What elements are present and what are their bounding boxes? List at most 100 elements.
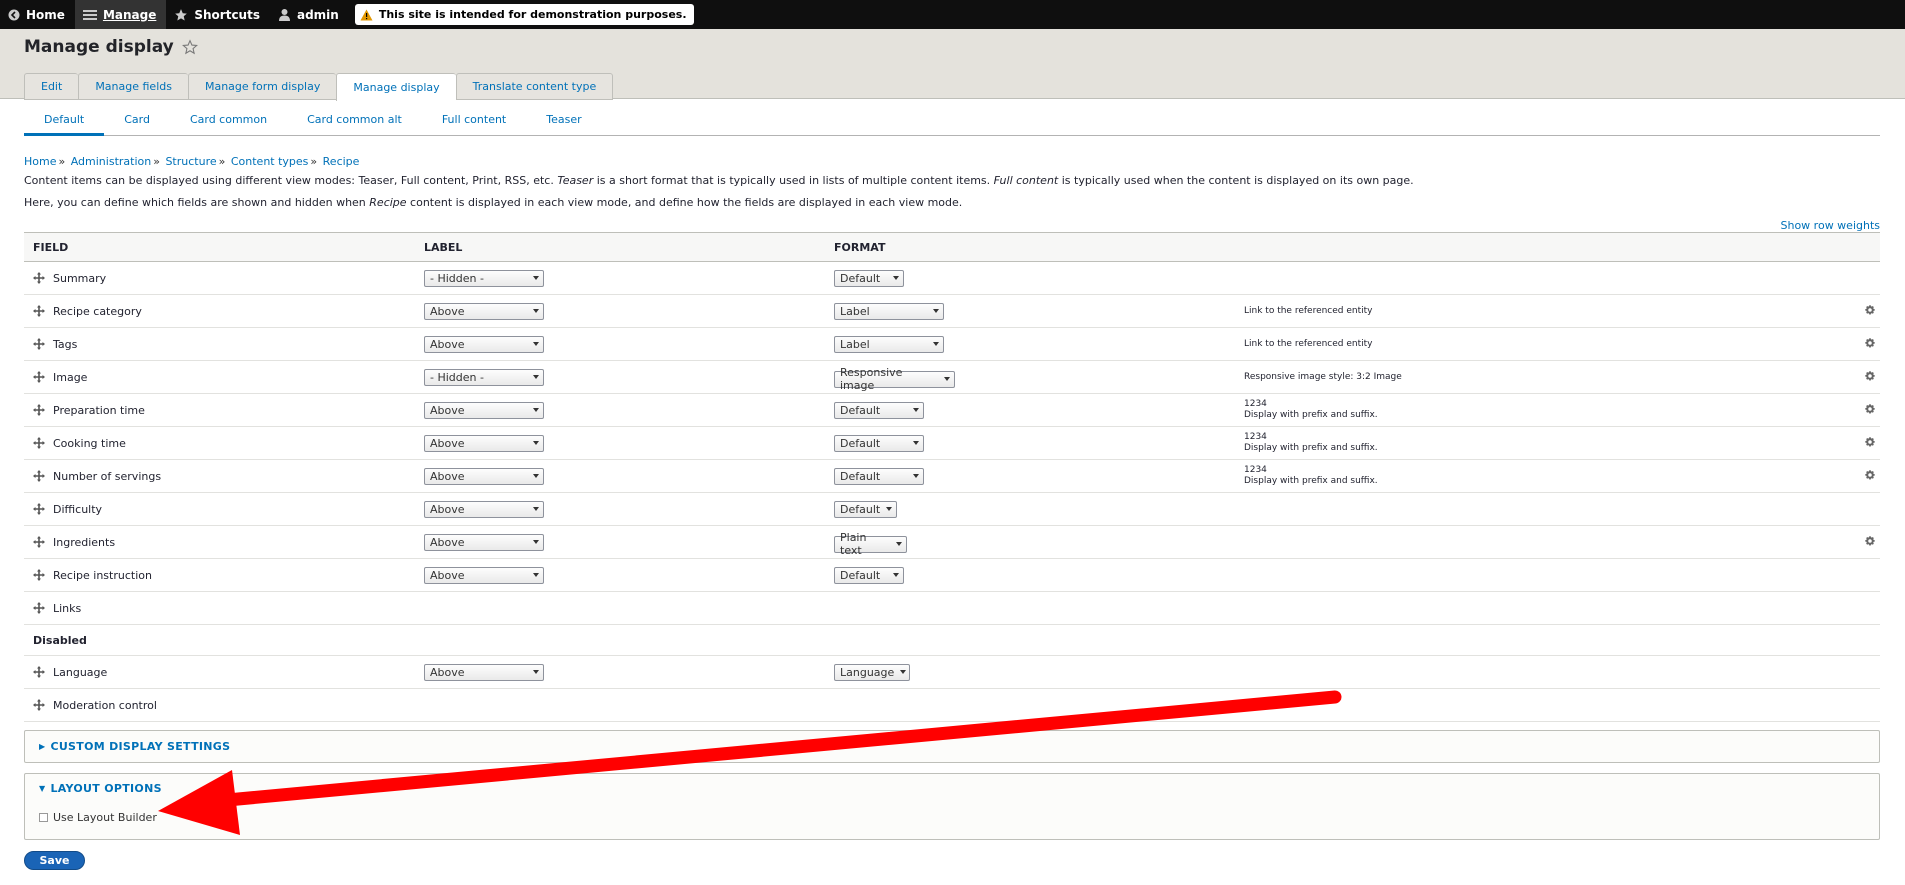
shortcut-star-icon[interactable] [181,39,198,55]
drag-handle-icon[interactable] [33,503,45,515]
subtab-card[interactable]: Card [104,113,170,136]
toolbar-manage[interactable]: Manage [74,0,167,29]
table-row-number-of-servings: Number of servings Above Default 1234 Displa… [24,460,1880,493]
table-row-recipe-category: Recipe category Above Label Link to the ref… [24,295,1880,328]
dropdown-caret-icon [533,441,539,445]
format-select[interactable]: Label [834,302,944,320]
breadcrumb-structure[interactable]: Structure [165,155,216,168]
format-select[interactable]: Default [834,434,924,452]
drag-handle-icon[interactable] [33,666,45,678]
label-cell: Above [424,533,834,551]
label-select[interactable]: Above [424,302,544,320]
label-select[interactable]: Above [424,434,544,452]
gear-icon[interactable] [1864,370,1876,385]
table-row-difficulty: Difficulty Above Default [24,493,1880,526]
label-select[interactable]: Above [424,401,544,419]
format-select[interactable]: Default [834,269,904,287]
drag-handle-icon[interactable] [33,305,45,317]
label-select[interactable]: Above [424,467,544,485]
format-cell: Default [834,434,1244,452]
table-header: FIELD LABEL FORMAT [24,232,1880,262]
save-button[interactable]: Save [24,851,85,870]
dropdown-caret-icon [933,309,939,313]
dropdown-caret-icon [533,540,539,544]
toolbar-home[interactable]: Home [0,0,75,29]
format-select[interactable]: Responsive image [834,366,955,392]
label-select-value: Above [430,568,465,582]
subtab-card-common[interactable]: Card common [170,113,287,136]
gear-icon[interactable] [1864,469,1876,484]
drag-handle-icon[interactable] [33,699,45,711]
drag-handle-icon[interactable] [33,371,45,383]
format-select-value: Default [840,502,881,516]
subtab-default[interactable]: Default [24,113,105,136]
gear-icon[interactable] [1864,403,1876,418]
toolbar-user[interactable]: admin [270,0,349,29]
custom-display-settings-toggle[interactable]: ▶ CUSTOM DISPLAY SETTINGS [25,731,1879,762]
use-layout-builder-label[interactable]: Use Layout Builder [53,811,157,824]
breadcrumb-administration[interactable]: Administration [71,155,152,168]
format-select[interactable]: Default [834,500,897,518]
label-select[interactable]: Above [424,335,544,353]
format-select[interactable]: Label [834,335,944,353]
label-select[interactable]: Above [424,566,544,584]
gear-icon[interactable] [1864,436,1876,451]
label-select[interactable]: Above [424,663,544,681]
format-select[interactable]: Default [834,467,924,485]
table-row-ingredients: Ingredients Above Plain text [24,526,1880,559]
drag-handle-icon[interactable] [33,536,45,548]
tab-manage-fields[interactable]: Manage fields [78,73,188,100]
tab-manage-display[interactable]: Manage display [336,73,456,101]
dropdown-caret-icon [533,342,539,346]
use-layout-builder-checkbox[interactable] [39,812,48,822]
format-select[interactable]: Plain text [834,531,907,557]
field-name: Image [53,370,88,384]
drag-handle-icon[interactable] [33,437,45,449]
toolbar-shortcuts[interactable]: Shortcuts [166,0,270,29]
table-row-links: Links [24,592,1880,625]
gear-icon[interactable] [1864,337,1876,352]
breadcrumb-content-types[interactable]: Content types [231,155,309,168]
label-select[interactable]: - Hidden - [424,269,544,287]
drag-handle-icon[interactable] [33,338,45,350]
format-cell: Label [834,302,1244,320]
summary-line: 1234 [1244,432,1267,442]
drag-handle-icon[interactable] [33,569,45,581]
format-select[interactable]: Default [834,401,924,419]
label-select[interactable]: Above [424,500,544,518]
field-cell: Summary [24,272,424,285]
star-icon [174,8,188,22]
drag-handle-icon[interactable] [33,602,45,614]
drag-handle-icon[interactable] [33,404,45,416]
tab-translate-content-type[interactable]: Translate content type [455,73,614,100]
subtab-teaser[interactable]: Teaser [526,113,601,136]
format-select-value: Default [840,271,881,285]
field-cell: Language [24,666,424,679]
breadcrumb-home[interactable]: Home [24,155,56,168]
custom-display-settings-details: ▶ CUSTOM DISPLAY SETTINGS [24,730,1880,763]
format-select[interactable]: Language [834,663,910,681]
header-label: LABEL [424,240,463,254]
gear-icon[interactable] [1864,535,1876,550]
show-row-weights-link[interactable]: Show row weights [1781,219,1881,232]
format-select[interactable]: Default [834,566,904,584]
format-cell: Default [834,269,1244,287]
drag-handle-icon[interactable] [33,470,45,482]
field-name: Difficulty [53,502,103,516]
label-select[interactable]: Above [424,533,544,551]
format-cell: Default [834,566,1244,584]
drag-handle-icon[interactable] [33,272,45,284]
tab-edit[interactable]: Edit [24,73,79,100]
gear-icon[interactable] [1864,304,1876,319]
summary-line: Link to the referenced entity [1244,338,1373,349]
header-field: FIELD [33,240,69,254]
tab-manage-form-display[interactable]: Manage form display [187,73,337,100]
field-name: Ingredients [53,535,116,549]
subtab-full-content[interactable]: Full content [422,113,526,136]
field-cell: Moderation control [24,699,424,712]
label-select[interactable]: - Hidden - [424,368,544,386]
expanded-triangle-icon: ▼ [39,783,46,793]
breadcrumb-recipe[interactable]: Recipe [323,155,360,168]
subtab-card-common-alt[interactable]: Card common alt [287,113,422,136]
layout-options-toggle[interactable]: ▼ LAYOUT OPTIONS [25,774,1879,800]
